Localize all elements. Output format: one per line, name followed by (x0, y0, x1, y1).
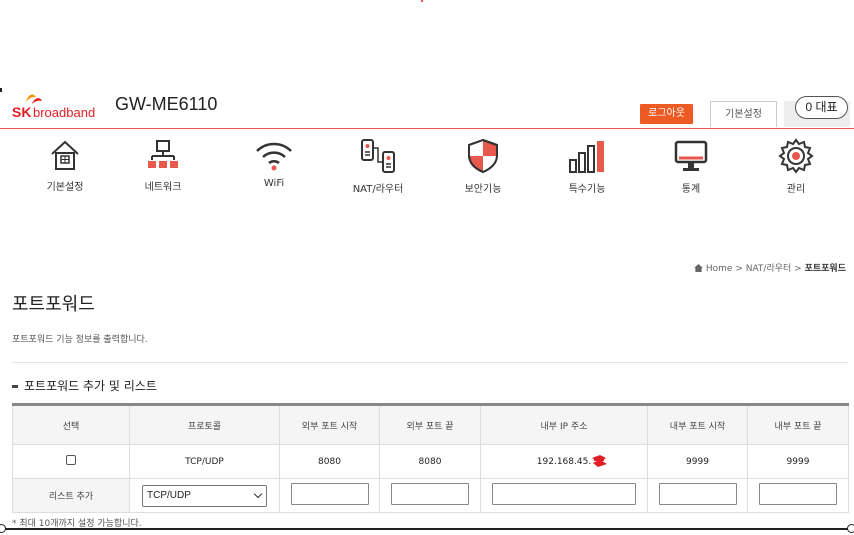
logout-button[interactable]: 로그아웃 (640, 104, 693, 124)
col-header-select: 선택 (12, 404, 130, 445)
shield-icon (468, 138, 498, 174)
section-title: 포트포워드 추가 및 리스트 (12, 377, 157, 394)
ext-port-end-input[interactable] (391, 483, 469, 505)
nav-item-management[interactable]: 관리 (746, 138, 846, 195)
page-title: 포트포워드 (12, 294, 95, 315)
representative-button[interactable]: 0 대표 (795, 96, 848, 119)
nav-label: 관리 (786, 184, 806, 195)
add-ext-end-cell (379, 478, 481, 513)
router-icon (361, 139, 395, 173)
page-root: SK broadband GW-ME6110 로그아웃 기본설정 고급설정 0 … (0, 0, 854, 535)
table-row: TCP/UDP 8080 8080 192.168.45. 9999 9999 (12, 444, 849, 479)
chevron-down-icon (253, 489, 263, 498)
row-ext-end: 8080 (379, 444, 481, 479)
add-ext-start-cell (279, 478, 380, 513)
home-small-icon (693, 264, 703, 272)
row-ext-start: 8080 (279, 444, 380, 479)
breadcrumb-home[interactable]: Home (706, 264, 733, 274)
tab-basic-settings[interactable]: 기본설정 (710, 101, 777, 127)
logo-broadband-text: broadband (33, 105, 96, 120)
wifi-icon (256, 142, 292, 171)
int-port-end-input[interactable] (759, 483, 837, 505)
model-name: GW-ME6110 (115, 94, 218, 114)
row-int-start: 9999 (647, 444, 748, 479)
protocol-select[interactable]: TCP/UDP (142, 484, 267, 507)
section-bullet (12, 385, 18, 388)
logo-sk-text: SK (12, 104, 32, 120)
col-header-int-start: 내부 포트 시작 (647, 404, 748, 445)
page-description: 포트포워드 기능 정보를 출력합니다. (12, 335, 148, 345)
breadcrumb-sep: > (794, 264, 802, 274)
nav-item-nat-router[interactable]: NAT/라우터 (328, 138, 428, 195)
bars-icon (569, 141, 604, 173)
table-header-row: 선택 프로토콜 외부 포트 시작 외부 포트 끝 내부 IP 주소 내부 포트 … (12, 404, 849, 445)
protocol-select-value: TCP/UDP (147, 489, 191, 501)
header-divider (0, 128, 854, 129)
ext-port-start-input[interactable] (290, 483, 369, 505)
row-select-checkbox[interactable] (66, 455, 76, 465)
nav-label: 통계 (681, 184, 701, 195)
breadcrumb-sep: > (735, 264, 743, 274)
nav-label: 네트워크 (144, 182, 182, 193)
col-header-int-end: 내부 포트 끝 (747, 404, 849, 445)
sk-broadband-logo[interactable]: SK broadband (12, 92, 102, 122)
add-row-label: 리스트 추가 (12, 478, 130, 513)
home-icon (51, 140, 79, 170)
bottom-left-handle[interactable] (0, 524, 6, 533)
nav-item-network[interactable]: 네트워크 (113, 138, 213, 193)
add-row: 리스트 추가 TCP/UDP (12, 478, 849, 513)
col-header-ext-end: 외부 포트 끝 (379, 404, 481, 445)
gear-icon (778, 138, 814, 174)
nav-item-basic[interactable]: 기본설정 (15, 138, 115, 193)
nav-item-special[interactable]: 특수기능 (537, 138, 637, 195)
nav-label: 보안기능 (464, 184, 502, 195)
nav-item-security[interactable]: 보안기능 (433, 138, 533, 195)
nav-label: 기본설정 (46, 182, 84, 193)
edge-mark (0, 88, 2, 92)
col-header-ext-start: 외부 포트 시작 (279, 404, 380, 445)
breadcrumb-current: 포트포워드 (804, 264, 846, 274)
breadcrumb: Home > NAT/라우터 > 포트포워드 (693, 261, 846, 274)
nav-label: NAT/라우터 (352, 184, 404, 195)
network-icon (148, 140, 178, 168)
row-internal-ip: 192.168.45. (536, 456, 592, 467)
col-header-internal-ip: 내부 IP 주소 (480, 404, 648, 445)
breadcrumb-level1[interactable]: NAT/라우터 (746, 264, 792, 274)
nav-item-statistics[interactable]: 통계 (641, 138, 741, 195)
redaction-scribble (591, 454, 607, 467)
row-internal-ip-cell: 192.168.45. (480, 444, 648, 479)
internal-ip-input[interactable] (492, 483, 636, 505)
add-protocol-cell: TCP/UDP (129, 478, 280, 513)
stray-dot (421, 0, 423, 2)
col-header-protocol: 프로토콜 (129, 404, 280, 445)
monitor-icon (674, 140, 708, 171)
nav-label: WiFi (263, 178, 285, 189)
port-forward-table: 선택 프로토콜 외부 포트 시작 외부 포트 끝 내부 IP 주소 내부 포트 … (12, 403, 849, 513)
add-int-start-cell (647, 478, 748, 513)
add-int-end-cell (747, 478, 849, 513)
row-int-end: 9999 (747, 444, 849, 479)
int-port-start-input[interactable] (658, 483, 737, 505)
add-ip-cell (480, 478, 648, 513)
section-title-text: 포트포워드 추가 및 리스트 (24, 379, 157, 393)
bottom-bar (0, 528, 854, 530)
ip-wrap: 192.168.45. (536, 454, 607, 467)
bottom-right-handle[interactable] (847, 524, 854, 533)
row-select-cell (12, 444, 130, 479)
section-divider (12, 362, 848, 363)
nav-item-wifi[interactable]: WiFi (224, 138, 324, 189)
nav-label: 특수기능 (568, 184, 606, 195)
row-protocol: TCP/UDP (129, 444, 280, 479)
